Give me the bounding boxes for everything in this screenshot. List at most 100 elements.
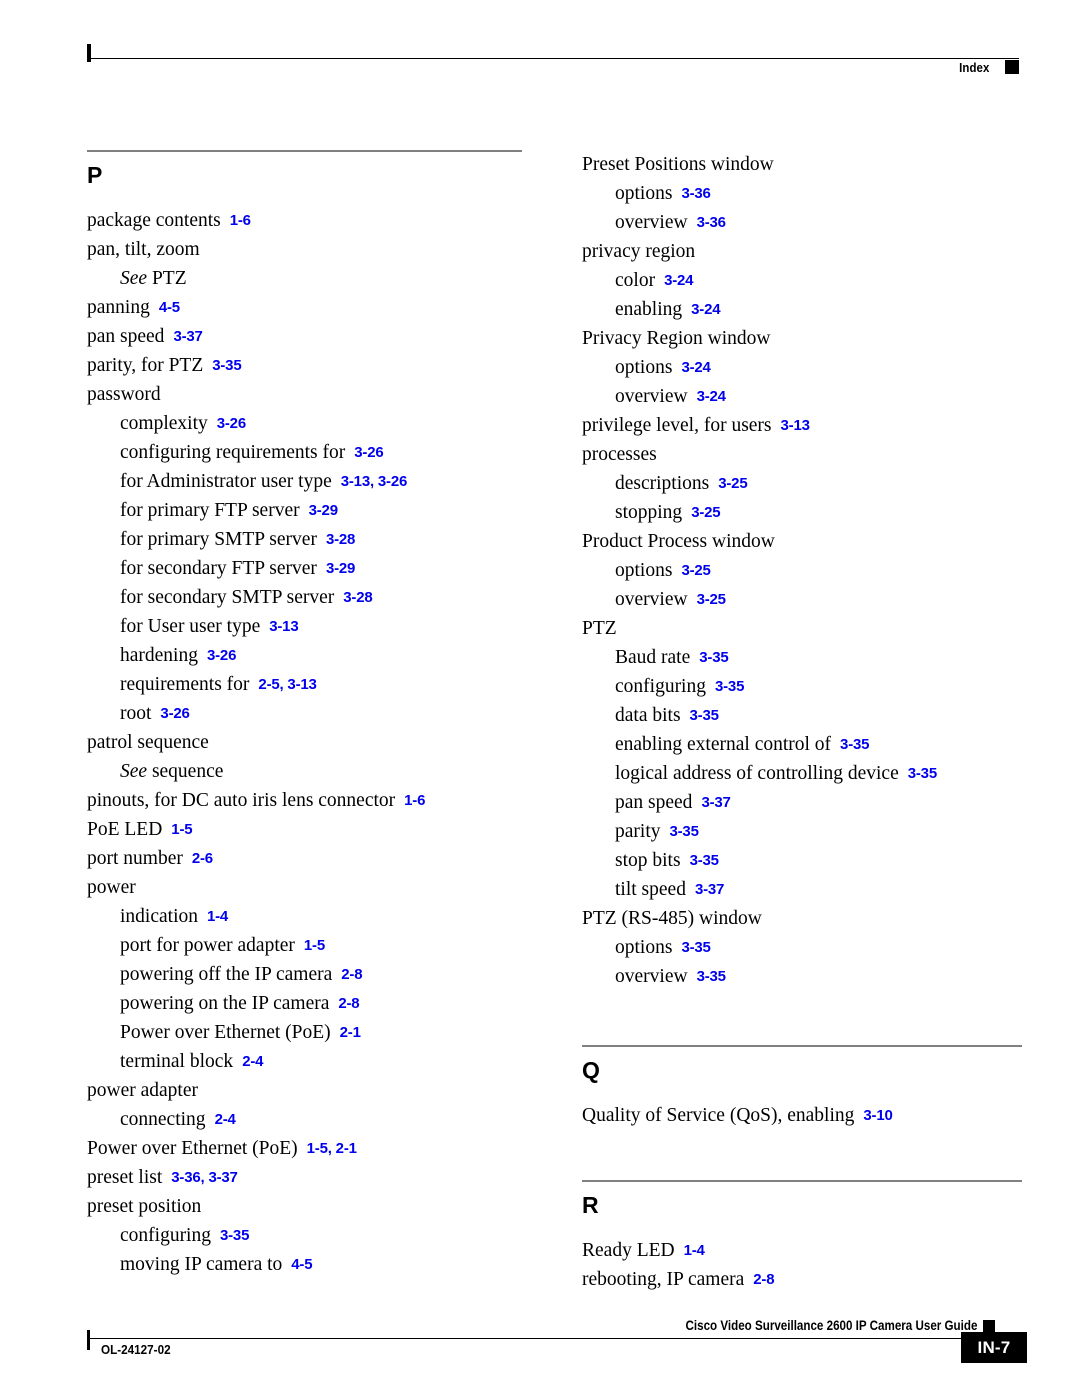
index-entry-page-reference[interactable]: 3-36 [697,214,726,231]
index-entry-page-reference[interactable]: 1-5 [304,937,325,954]
index-entry-term: pan, tilt, zoom [87,239,200,260]
index-entry-page-reference[interactable]: 3-29 [326,560,355,577]
letter-heading-p: P [87,162,103,188]
index-entry-page-reference[interactable]: 3-25 [681,562,710,579]
index-entry-page-reference[interactable]: 3-10 [863,1107,892,1124]
index-entry-page-reference[interactable]: 2-5, 3-13 [258,676,316,693]
index-column-left: P package contents 1-6 pan, tilt, zoom See … [87,150,522,1279]
index-entry: pan speed 3-37 [87,322,522,351]
index-entry-page-reference[interactable]: 2-4 [215,1111,236,1128]
index-entry-term: preset position [87,1196,202,1217]
index-entry-page-reference[interactable]: 3-26 [354,444,383,461]
index-entry-term: tilt speed [615,879,686,900]
index-entry-term: color [615,270,656,291]
header-left-tick-mark [87,44,91,62]
index-entry-term: indication [120,906,198,927]
index-entry-page-reference[interactable]: 3-24 [681,359,710,376]
index-entry-page-reference[interactable]: 3-37 [173,328,202,345]
index-entry-page-reference[interactable]: 1-6 [404,792,425,809]
index-entry-page-reference[interactable]: 3-24 [691,301,720,318]
index-entry: power [87,873,522,902]
index-entry-page-reference[interactable]: 3-24 [697,388,726,405]
index-entry-term: for primary FTP server [120,500,300,521]
index-entry: preset list 3-36, 3-37 [87,1163,522,1192]
letter-section-rule-p [87,150,522,152]
index-entry-page-reference[interactable]: 2-8 [753,1271,774,1288]
index-entry-term: Quality of Service (QoS), enabling [582,1105,855,1126]
see-cross-reference-word: See [120,761,148,782]
index-entry: descriptions 3-25 [582,469,1022,498]
index-entry-term: enabling [615,299,683,320]
index-entry: port number 2-6 [87,844,522,873]
index-entry-page-reference[interactable]: 3-26 [207,647,236,664]
index-entry-page-reference[interactable]: 3-35 [669,823,698,840]
index-entry: for primary SMTP server 3-28 [87,525,522,554]
index-entry: for User user type 3-13 [87,612,522,641]
index-entry-page-reference[interactable]: 3-25 [718,475,747,492]
index-entry-term: Product Process window [582,531,775,552]
index-entry-page-reference[interactable]: 3-37 [695,881,724,898]
index-entry-page-reference[interactable]: 3-13, 3-26 [341,473,408,490]
index-entry-page-reference[interactable]: 2-4 [242,1053,263,1070]
footer-page-number: IN-7 [961,1332,1027,1363]
index-entry-term: privilege level, for users [582,415,772,436]
index-entry-page-reference[interactable]: 1-5, 2-1 [307,1140,357,1157]
index-entry: stop bits 3-35 [582,846,1022,875]
index-entry-page-reference[interactable]: 3-13 [781,417,810,434]
index-entry-page-reference[interactable]: 3-35 [690,707,719,724]
index-entry-list-r: Ready LED 1-4 rebooting, IP camera 2-8 [582,1236,1022,1294]
index-entry-page-reference[interactable]: 3-28 [326,531,355,548]
index-entry-page-reference[interactable]: 4-5 [291,1256,312,1273]
index-entry: color 3-24 [582,266,1022,295]
index-entry-page-reference[interactable]: 1-5 [171,821,192,838]
index-entry-page-reference[interactable]: 3-26 [217,415,246,432]
index-entry: password [87,380,522,409]
index-entry-term: Ready LED [582,1240,675,1261]
index-entry-page-reference[interactable]: 3-36, 3-37 [171,1169,238,1186]
index-entry-page-reference[interactable]: 2-8 [338,995,359,1012]
index-entry-page-reference[interactable]: 3-26 [160,705,189,722]
index-entry-term: panning [87,297,150,318]
footer-guide-title: Cisco Video Surveillance 2600 IP Camera … [685,1318,977,1333]
index-entry: processes [582,440,1022,469]
index-entry-term: privacy region [582,241,696,262]
index-entry-page-reference[interactable]: 1-4 [684,1242,705,1259]
index-entry-page-reference[interactable]: 3-35 [908,765,937,782]
index-entry-page-reference[interactable]: 1-4 [207,908,228,925]
index-entry-page-reference[interactable]: 3-35 [697,968,726,985]
index-entry-page-reference[interactable]: 3-35 [699,649,728,666]
index-entry-page-reference[interactable]: 3-25 [691,504,720,521]
index-entry-page-reference[interactable]: 3-35 [715,678,744,695]
index-entry-page-reference[interactable]: 3-35 [690,852,719,869]
see-cross-reference-word: See [120,268,148,289]
index-entry-page-reference[interactable]: 1-6 [230,212,251,229]
index-entry: options 3-35 [582,933,1022,962]
index-entry-page-reference[interactable]: 3-35 [212,357,241,374]
index-entry: Preset Positions window [582,150,1022,179]
index-entry-term: hardening [120,645,198,666]
index-entry-page-reference[interactable]: 3-29 [309,502,338,519]
index-entry-page-reference[interactable]: 4-5 [159,299,180,316]
index-entry: for secondary SMTP server 3-28 [87,583,522,612]
index-entry-page-reference[interactable]: 3-13 [269,618,298,635]
index-entry-page-reference[interactable]: 2-1 [340,1024,361,1041]
index-entry-page-reference[interactable]: 2-6 [192,850,213,867]
index-entry-page-reference[interactable]: 3-35 [840,736,869,753]
index-entry-page-reference[interactable]: 3-25 [697,591,726,608]
index-entry: See PTZ [87,264,522,293]
index-entry-page-reference[interactable]: 3-36 [681,185,710,202]
footer-document-id: OL-24127-02 [101,1342,171,1357]
index-entry-page-reference[interactable]: 3-37 [701,794,730,811]
index-entry-term: processes [582,444,657,465]
index-entry-term: configuring [615,676,706,697]
index-entry-term: Preset Positions window [582,154,774,175]
index-entry-term: Baud rate [615,647,691,668]
index-entry-page-reference[interactable]: 3-35 [681,939,710,956]
index-entry-page-reference[interactable]: 2-8 [341,966,362,983]
index-entry-term: overview [615,589,688,610]
index-entry-term: for Administrator user type [120,471,332,492]
index-entry-page-reference[interactable]: 3-28 [343,589,372,606]
index-entry-page-reference[interactable]: 3-24 [664,272,693,289]
index-entry-page-reference[interactable]: 3-35 [220,1227,249,1244]
index-entry-term: rebooting, IP camera [582,1269,745,1290]
